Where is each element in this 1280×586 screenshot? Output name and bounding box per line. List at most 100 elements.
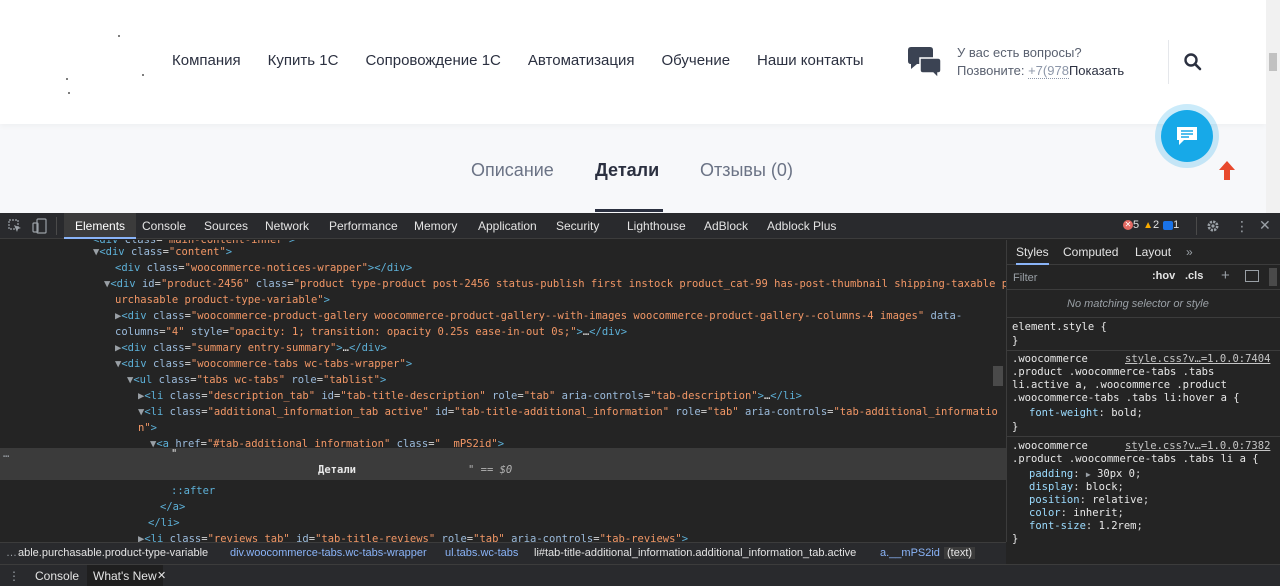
- breadcrumb-item-3[interactable]: li#tab-title-additional_information.addi…: [534, 547, 856, 559]
- styles-tab-computed[interactable]: Computed: [1063, 240, 1118, 265]
- nav-item-company[interactable]: Компания: [172, 52, 241, 69]
- devtools-tab-lighthouse[interactable]: Lighthouse: [627, 213, 686, 239]
- drawer-tab-close-icon[interactable]: ✕: [157, 565, 166, 586]
- rule1-selector-0[interactable]: .woocommerce: [1012, 353, 1088, 366]
- dom-line-content[interactable]: ▼<div class="content">: [93, 244, 232, 260]
- devtools-tab-application[interactable]: Application: [478, 213, 537, 239]
- drawer-menu-icon[interactable]: ⋮: [8, 565, 20, 586]
- devtools-tab-security[interactable]: Security: [556, 213, 599, 239]
- scroll-to-top-icon[interactable]: [1217, 159, 1237, 183]
- search-icon[interactable]: [1183, 52, 1203, 72]
- toggle-sidebar-icon[interactable]: [1245, 270, 1259, 282]
- dom-line-product[interactable]: ▼<div id="product-2456" class="product t…: [104, 276, 1006, 292]
- nav-item-contacts[interactable]: Наши контакты: [757, 52, 864, 69]
- devtools-tab-console[interactable]: Console: [142, 213, 186, 239]
- dom-line-tabs-wrapper[interactable]: ▼<div class="woocommerce-tabs wc-tabs-wr…: [115, 356, 412, 372]
- dom-line-li-additional-cont[interactable]: n">: [138, 420, 157, 436]
- close-devtools-icon[interactable]: ✕: [1259, 217, 1271, 234]
- rule2-selector-0[interactable]: .woocommerce: [1012, 440, 1088, 453]
- rule2-prop-name-3[interactable]: color: [1029, 507, 1061, 519]
- devtools-tab-adblock[interactable]: AdBlock: [704, 213, 748, 239]
- dom-line-gallery[interactable]: ▶<div class="woocommerce-product-gallery…: [115, 308, 962, 324]
- dom-line-ul-tabs[interactable]: ▼<ul class="tabs wc-tabs" role="tablist"…: [127, 372, 386, 388]
- rule1-source-link[interactable]: style.css?v…=1.0.0:7404: [1125, 353, 1270, 366]
- styles-tab-layout[interactable]: Layout: [1135, 240, 1171, 265]
- breadcrumb-item-5[interactable]: (text): [944, 547, 976, 559]
- styles-filter-input[interactable]: [1013, 270, 1141, 286]
- rule2-prop-font-size[interactable]: font-size: 1.2rem;: [1029, 520, 1143, 533]
- dom-line-li-reviews[interactable]: ▶<li class="reviews_tab" id="tab-title-r…: [138, 531, 688, 542]
- rule1-selector-2[interactable]: li.active a, .woocommerce .product: [1012, 379, 1227, 392]
- rule2-prop-name-4[interactable]: font-size: [1029, 520, 1086, 532]
- breadcrumb-item-1[interactable]: div.woocommerce-tabs.wc-tabs-wrapper: [230, 547, 427, 559]
- contact-phone[interactable]: +7(978: [1028, 63, 1069, 79]
- inspect-element-icon[interactable]: [8, 219, 22, 236]
- breadcrumb-more[interactable]: …: [6, 547, 17, 559]
- dom-line-notices[interactable]: <div class="woocommerce-notices-wrapper"…: [115, 260, 412, 276]
- settings-gear-icon[interactable]: [1206, 219, 1220, 236]
- rule2-source-link[interactable]: style.css?v…=1.0.0:7382: [1125, 440, 1270, 453]
- hov-toggle[interactable]: :hov: [1152, 270, 1175, 282]
- breadcrumb-item-2[interactable]: ul.tabs.wc-tabs: [445, 547, 518, 559]
- rule1-selector-3[interactable]: .woocommerce-tabs .tabs li:hover a {: [1012, 392, 1240, 405]
- rule2-prop-color[interactable]: color: inherit;: [1029, 507, 1124, 520]
- dom-line-summary[interactable]: ▶<div class="summary entry-summary">…</d…: [115, 340, 387, 356]
- devtools-tab-network[interactable]: Network: [265, 213, 309, 239]
- dom-line-close-li[interactable]: </li>: [148, 515, 180, 531]
- show-phone-link[interactable]: Показать: [1069, 63, 1124, 78]
- elements-scrollbar-thumb[interactable]: [993, 366, 1003, 386]
- tab-reviews[interactable]: Отзывы (0): [700, 160, 793, 181]
- more-options-icon[interactable]: ⋮: [1235, 218, 1249, 235]
- breadcrumb-item-0[interactable]: able.purchasable.product-type-variable: [18, 547, 208, 559]
- element-style-selector[interactable]: element.style {: [1012, 321, 1107, 334]
- nav-item-buy-1c[interactable]: Купить 1С: [268, 52, 339, 69]
- devtools-tab-adblock-plus[interactable]: Adblock Plus: [767, 213, 836, 239]
- dom-line-product-cont[interactable]: urchasable product-type-variable">: [115, 292, 330, 308]
- rule1-prop-font-weight[interactable]: font-weight: bold;: [1029, 407, 1143, 420]
- dom-line-li-description[interactable]: ▶<li class="description_tab" id="tab-tit…: [138, 388, 802, 404]
- drawer-tab-console[interactable]: Console: [35, 565, 79, 586]
- dom-line-li-additional[interactable]: ▼<li class="additional_information_tab a…: [138, 404, 998, 420]
- rule2-prop-value-2[interactable]: relative: [1092, 494, 1143, 506]
- page-scrollbar-thumb[interactable]: [1269, 53, 1277, 71]
- cls-toggle[interactable]: .cls: [1185, 270, 1203, 282]
- selected-text-node[interactable]: … " Детали " == $0: [0, 448, 1006, 480]
- dom-line-close-a[interactable]: </a>: [160, 499, 185, 515]
- drawer-tab-whats-new[interactable]: What's New: [87, 565, 163, 586]
- rule2-prop-name-2[interactable]: position: [1029, 494, 1080, 506]
- device-toolbar-icon[interactable]: [32, 218, 48, 237]
- dom-line-after[interactable]: ::after: [171, 483, 215, 499]
- rule2-prop-value-1[interactable]: block: [1086, 481, 1118, 493]
- devtools-tab-elements[interactable]: Elements: [64, 213, 137, 239]
- devtools-tab-performance[interactable]: Performance: [329, 213, 398, 239]
- rule2-prop-value-3[interactable]: inherit: [1073, 507, 1117, 519]
- node-menu-dots[interactable]: …: [3, 448, 9, 460]
- nav-item-support-1c[interactable]: Сопровождение 1С: [365, 52, 500, 69]
- rule1-selector-1[interactable]: .product .woocommerce-tabs .tabs: [1012, 366, 1214, 379]
- nav-item-training[interactable]: Обучение: [661, 52, 730, 69]
- rule2-prop-name-0[interactable]: padding: [1029, 468, 1073, 480]
- rule2-prop-value-4[interactable]: 1.2rem: [1099, 520, 1137, 532]
- rule2-prop-display[interactable]: display: block;: [1029, 481, 1124, 494]
- devtools-tab-memory[interactable]: Memory: [414, 213, 457, 239]
- rule2-prop-position[interactable]: position: relative;: [1029, 494, 1149, 507]
- nav-item-automation[interactable]: Автоматизация: [528, 52, 635, 69]
- styles-tab-styles[interactable]: Styles: [1016, 240, 1049, 265]
- rule2-prop-name-1[interactable]: display: [1029, 481, 1073, 493]
- chat-widget-button[interactable]: [1155, 104, 1219, 168]
- styles-tab-more[interactable]: »: [1186, 240, 1193, 265]
- rule2-prop-padding[interactable]: padding: ▶ 30px 0;: [1029, 468, 1141, 481]
- rule1-prop-name[interactable]: font-weight: [1029, 407, 1099, 419]
- styles-scrollbar-thumb[interactable]: [1269, 268, 1277, 286]
- rule2-prop-value-0[interactable]: 30px 0: [1097, 468, 1135, 480]
- rule2-selector-1[interactable]: .product .woocommerce-tabs .tabs li a {: [1012, 453, 1259, 466]
- page-scrollbar[interactable]: [1266, 0, 1280, 213]
- tab-description[interactable]: Описание: [471, 160, 554, 181]
- issues-counter[interactable]: ✕ 5 ▲2 1: [1123, 219, 1179, 231]
- devtools-tab-sources[interactable]: Sources: [204, 213, 248, 239]
- expand-triangle-icon[interactable]: ▶: [1086, 470, 1091, 479]
- dom-line-gallery-cont[interactable]: columns="4" style="opacity: 1; transitio…: [115, 324, 627, 340]
- tab-details[interactable]: Детали: [595, 160, 659, 181]
- new-style-rule-icon[interactable]: +: [1221, 267, 1230, 284]
- breadcrumb-item-4[interactable]: a.__mPS2id: [880, 547, 940, 559]
